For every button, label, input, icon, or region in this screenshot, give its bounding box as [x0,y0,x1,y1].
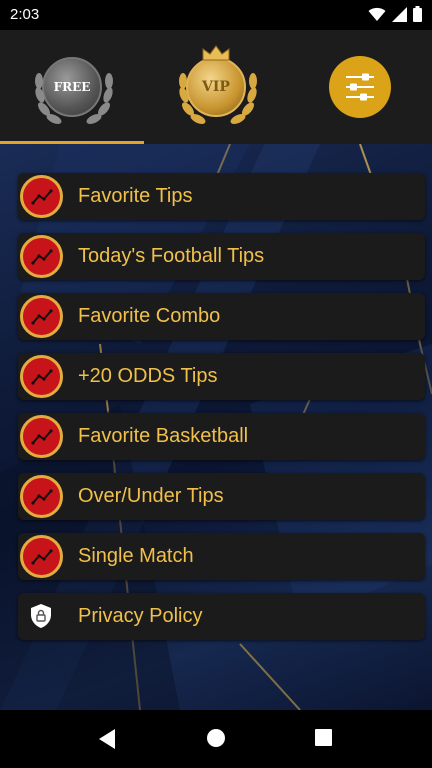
vip-badge-icon: VIP [179,45,257,124]
menu-item-over-under-tips[interactable]: Over/Under Tips [18,473,425,520]
main-content: Favorite Tips Today's Football Tips Favo… [0,144,432,710]
menu-item-favorite-tips[interactable]: Favorite Tips [18,173,425,220]
menu-item-label: Favorite Combo [78,305,221,327]
tab-free[interactable]: FREE [0,30,144,144]
menu-item-favorite-combo[interactable]: Favorite Combo [18,293,425,340]
menu-item-favorite-basketball[interactable]: Favorite Basketball [18,413,425,460]
menu-item-label: Over/Under Tips [78,485,224,507]
trend-chart-icon [20,475,63,518]
menu-item-single-match[interactable]: Single Match [18,533,425,580]
crown-icon [202,45,230,61]
home-icon[interactable] [206,728,226,748]
laurel-icon [179,73,257,124]
menu-item-label: Single Match [78,545,194,567]
trend-chart-icon [20,355,63,398]
recents-icon[interactable] [314,728,333,747]
nav-bar [0,710,432,768]
sliders-icon [329,56,391,118]
tab-vip[interactable]: VIP [144,30,288,144]
menu-item-label: +20 ODDS Tips [78,365,218,387]
status-bar: 2:03 [0,0,432,30]
status-time: 2:03 [10,6,40,23]
status-icons [368,6,422,22]
laurel-icon [35,73,113,124]
trend-chart-icon [20,175,63,218]
trend-chart-icon [20,295,63,338]
menu-item-label: Favorite Basketball [78,425,249,447]
menu-item-privacy-policy[interactable]: Privacy Policy [18,593,425,640]
sliders-glyph [346,73,374,101]
signal-icon [392,6,407,22]
menu-item-todays-football-tips[interactable]: Today's Football Tips [18,233,425,280]
trend-chart-icon [20,415,63,458]
tab-settings[interactable] [288,30,432,144]
menu-item-label: Privacy Policy [78,605,203,627]
trend-chart-icon [20,235,63,278]
battery-icon [413,6,422,22]
menu-item-label: Today's Football Tips [78,245,265,267]
free-badge-icon: FREE [35,57,113,124]
back-icon[interactable] [97,728,117,750]
menu-item-20-odds-tips[interactable]: +20 ODDS Tips [18,353,425,400]
trend-chart-icon [20,535,63,578]
wifi-icon [368,7,386,21]
tab-bar: FREE VIP [0,30,432,144]
shield-lock-icon [31,604,51,628]
menu-item-label: Favorite Tips [78,185,193,207]
